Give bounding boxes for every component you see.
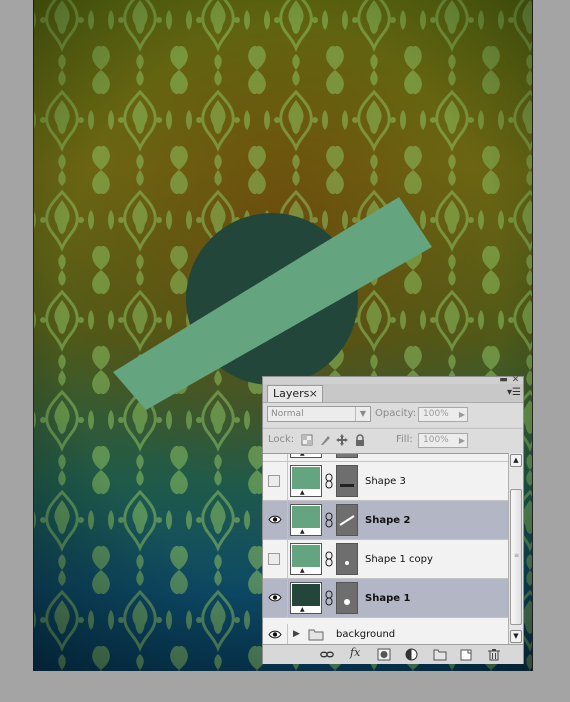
layer-row[interactable]: ▲ Shape 1 [263, 579, 508, 618]
visibility-toggle-off[interactable] [268, 475, 280, 487]
fill-field[interactable]: 100% ▶ [418, 433, 468, 448]
scroll-down-icon[interactable]: ▼ [510, 630, 522, 643]
chain-link-icon[interactable] [325, 473, 333, 489]
visibility-cell[interactable] [263, 579, 288, 617]
mask-diagonal-shape [339, 515, 355, 526]
layer-thumbnail: ▲ [290, 465, 322, 497]
lock-all-icon[interactable] [354, 434, 366, 446]
visibility-cell[interactable] [263, 501, 288, 539]
eye-icon[interactable] [268, 593, 282, 602]
layer-name[interactable]: Shape 2 [365, 515, 410, 526]
lock-position-icon[interactable] [336, 434, 348, 446]
layer-row[interactable]: ▲ Shape 1 copy [263, 540, 508, 579]
canvas-edge [33, 0, 34, 671]
layer-name[interactable]: Shape 3 [365, 476, 406, 487]
lock-label: Lock: [268, 434, 295, 445]
visibility-cell[interactable] [263, 454, 288, 461]
vector-mask-thumbnail [336, 543, 358, 575]
visibility-cell[interactable] [263, 462, 288, 500]
blend-mode-select[interactable]: Normal ▼ [267, 406, 371, 422]
layer-name[interactable]: Shape 1 copy [365, 554, 433, 565]
visibility-toggle-off[interactable] [268, 553, 280, 565]
mask-bar-shape [340, 484, 354, 487]
chain-link-icon[interactable] [325, 551, 333, 567]
layer-row[interactable]: ▲ Shape 2 [263, 501, 508, 540]
grip-icon: ≡ [514, 552, 520, 559]
layer-group-row[interactable]: ▶ background [263, 624, 508, 645]
slider-arrow-icon[interactable]: ▶ [459, 434, 465, 447]
mask-dot-shape [345, 561, 349, 565]
tab-layers-label: Layers [273, 387, 310, 400]
panel-titlebar[interactable]: ▬ ✕ [263, 376, 523, 385]
adjustment-layer-icon[interactable] [405, 648, 419, 661]
slider-arrow-icon[interactable]: ▶ [459, 408, 465, 421]
vector-mark-icon: ▲ [300, 567, 305, 574]
layer-list: ▲ ▲ Shape 3 ▲ Shape 2 ▲ Shape 1 copy ▲ S… [263, 453, 508, 645]
layer-thumbnail: ▲ [290, 543, 322, 575]
fill-label: Fill: [396, 434, 413, 445]
thumbnail-fill [292, 545, 320, 567]
add-mask-icon[interactable] [377, 648, 391, 661]
panel-menu-icon[interactable]: ▾☰ [507, 387, 521, 398]
vector-mask-thumbnail [336, 582, 358, 614]
fx-icon[interactable]: fx [350, 646, 360, 659]
eye-icon[interactable] [268, 630, 282, 639]
opacity-label: Opacity: [375, 408, 417, 419]
vector-mask-thumbnail [336, 454, 358, 458]
panel-tab-row: Layers × ▾☰ [263, 384, 523, 403]
fill-value: 100% [423, 435, 449, 445]
chain-link-icon[interactable] [325, 512, 333, 528]
visibility-cell[interactable] [263, 624, 288, 645]
new-group-icon[interactable] [433, 648, 447, 661]
trash-icon[interactable] [487, 648, 501, 661]
expand-arrow-icon[interactable]: ▶ [293, 629, 300, 639]
vector-mark-icon: ▲ [300, 606, 305, 613]
mask-dot-shape [344, 599, 350, 605]
lock-transparent-pixels-icon[interactable] [301, 434, 313, 446]
thumbnail-fill [292, 467, 320, 489]
vector-mark-icon: ▲ [300, 528, 305, 535]
vector-mask-thumbnail [336, 465, 358, 497]
eye-icon[interactable] [268, 515, 282, 524]
tab-layers[interactable]: Layers × [267, 385, 323, 402]
layers-panel: ▬ ✕ Layers × ▾☰ Normal ▼ Opacity: 100% ▶… [262, 376, 524, 664]
thumbnail-fill [292, 584, 320, 606]
scroll-up-icon[interactable]: ▲ [510, 454, 522, 467]
chain-link-icon[interactable] [325, 590, 333, 606]
lock-image-pixels-icon[interactable] [319, 434, 331, 446]
layer-thumbnail: ▲ [290, 582, 322, 614]
thumbnail-fill [292, 506, 320, 528]
canvas-edge [532, 0, 533, 671]
opacity-value: 100% [423, 409, 449, 419]
vector-mask-thumbnail [336, 504, 358, 536]
layer-thumbnail: ▲ [290, 504, 322, 536]
scrollbar-thumb[interactable]: ≡ [510, 489, 522, 625]
vector-mark-icon: ▲ [300, 489, 305, 496]
layer-name[interactable]: Shape 1 [365, 593, 410, 604]
link-layers-icon[interactable] [320, 648, 334, 661]
visibility-cell[interactable] [263, 540, 288, 578]
blend-mode-value: Normal [271, 409, 304, 419]
layer-thumbnail: ▲ [290, 453, 322, 458]
opacity-field[interactable]: 100% ▶ [418, 407, 468, 422]
layers-bottom-toolbar: fx [263, 644, 523, 664]
layer-list-scrollbar[interactable]: ▲ ≡ ▼ [508, 453, 523, 644]
chevron-down-icon: ▼ [355, 407, 370, 421]
tab-close-icon[interactable]: × [309, 386, 318, 402]
group-name[interactable]: background [336, 629, 395, 640]
folder-icon [308, 629, 324, 641]
layer-row-partial[interactable]: ▲ [263, 453, 508, 462]
layer-row[interactable]: ▲ Shape 3 [263, 462, 508, 501]
vector-mark-icon: ▲ [300, 453, 305, 457]
new-layer-icon[interactable] [459, 648, 473, 661]
lock-row: Lock: Fill: 100% ▶ [263, 428, 523, 453]
blend-row: Normal ▼ Opacity: 100% ▶ [263, 403, 523, 427]
